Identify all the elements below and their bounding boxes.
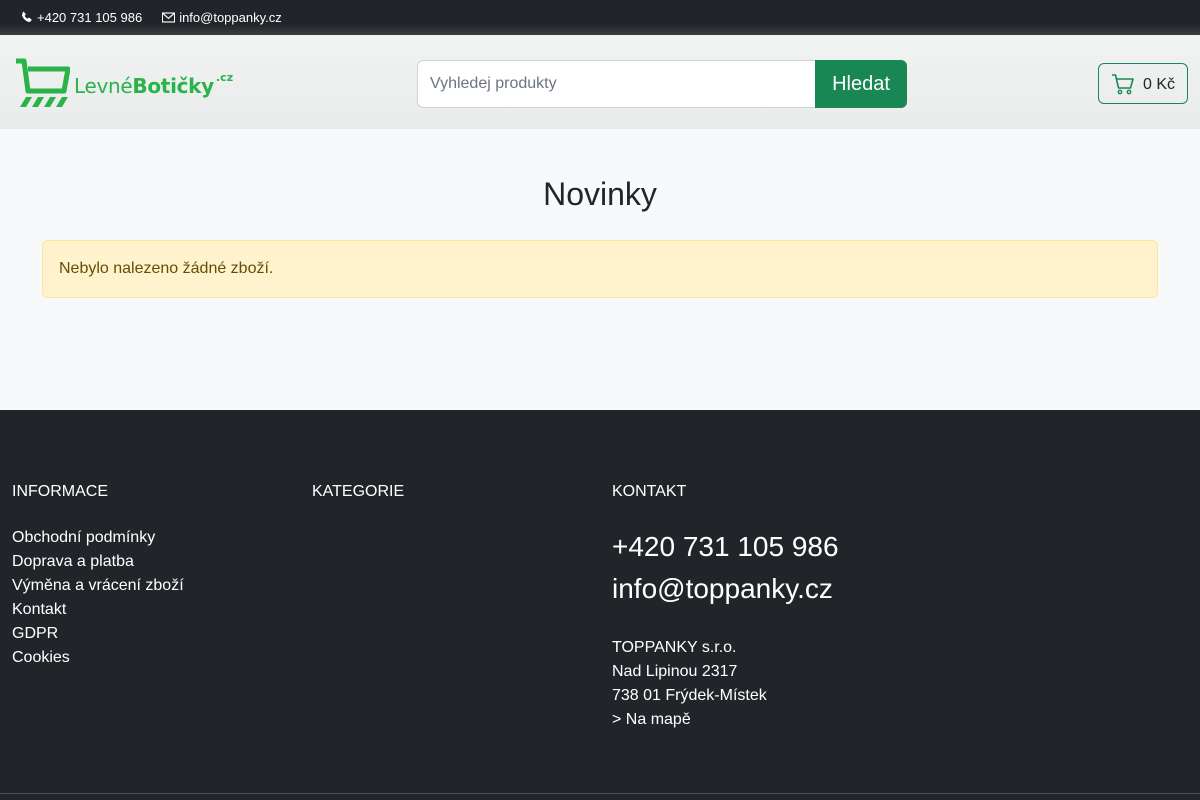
empty-alert-text: Nebylo nalezeno žádné zboží. [59, 260, 274, 277]
footer-link-gdpr[interactable]: GDPR [12, 622, 184, 646]
search-input[interactable] [417, 60, 815, 108]
page-title: Novinky [543, 176, 657, 212]
footer-phone-link[interactable]: +420 731 105 986 [612, 526, 839, 568]
footer-address: TOPPANKY s.r.o. Nad Lipinou 2317 738 01 … [612, 636, 839, 732]
empty-alert: Nebylo nalezeno žádné zboží. [42, 240, 1158, 298]
footer-categories-heading: KATEGORIE [312, 483, 405, 500]
topbar-email: info@toppanky.cz [179, 10, 282, 25]
footer-map-link[interactable]: > Na mapě [612, 708, 839, 732]
footer-divider [0, 793, 1200, 794]
search-button[interactable]: Hledat [815, 60, 907, 108]
footer-categories-column: KATEGORIE [312, 483, 404, 526]
topbar-phone: +420 731 105 986 [37, 10, 143, 25]
footer-info-column: INFORMACE Obchodní podmínky Doprava a pl… [12, 483, 184, 670]
footer-link-returns[interactable]: Výměna a vrácení zboží [12, 574, 184, 598]
footer-link-terms[interactable]: Obchodní podmínky [12, 526, 184, 550]
footer-info-heading: INFORMACE [12, 483, 108, 500]
search-form: Hledat [417, 60, 907, 108]
topbar: +420 731 105 986 info@toppanky.cz [0, 0, 1200, 35]
footer-street: Nad Lipinou 2317 [612, 663, 738, 680]
footer-contact-column: KONTAKT +420 731 105 986 info@toppanky.c… [612, 483, 839, 732]
footer-email-link[interactable]: info@toppanky.cz [612, 568, 839, 610]
cart-button[interactable]: 0 Kč [1098, 63, 1188, 104]
footer-contact-heading: KONTAKT [612, 483, 687, 500]
footer-link-cookies[interactable]: Cookies [12, 646, 184, 670]
footer: INFORMACE Obchodní podmínky Doprava a pl… [0, 410, 1200, 800]
envelope-icon [162, 12, 176, 23]
logo-text: LevnéBotičky [74, 74, 214, 98]
logo-suffix: .cz [216, 71, 234, 84]
footer-link-shipping[interactable]: Doprava a platba [12, 550, 184, 574]
cart-total: 0 Kč [1143, 75, 1176, 93]
footer-city: 738 01 Frýdek-Místek [612, 687, 767, 704]
logo-cart-icon [16, 58, 70, 107]
phone-icon [22, 11, 32, 22]
logo[interactable]: LevnéBotičky .cz [14, 57, 236, 111]
cart-icon [1112, 73, 1134, 94]
footer-link-contact[interactable]: Kontakt [12, 598, 184, 622]
header: LevnéBotičky .cz Hledat 0 Kč [0, 35, 1200, 129]
topbar-email-link[interactable]: info@toppanky.cz [162, 10, 282, 25]
topbar-phone-link[interactable]: +420 731 105 986 [20, 10, 142, 25]
footer-company: TOPPANKY s.r.o. [612, 639, 737, 656]
